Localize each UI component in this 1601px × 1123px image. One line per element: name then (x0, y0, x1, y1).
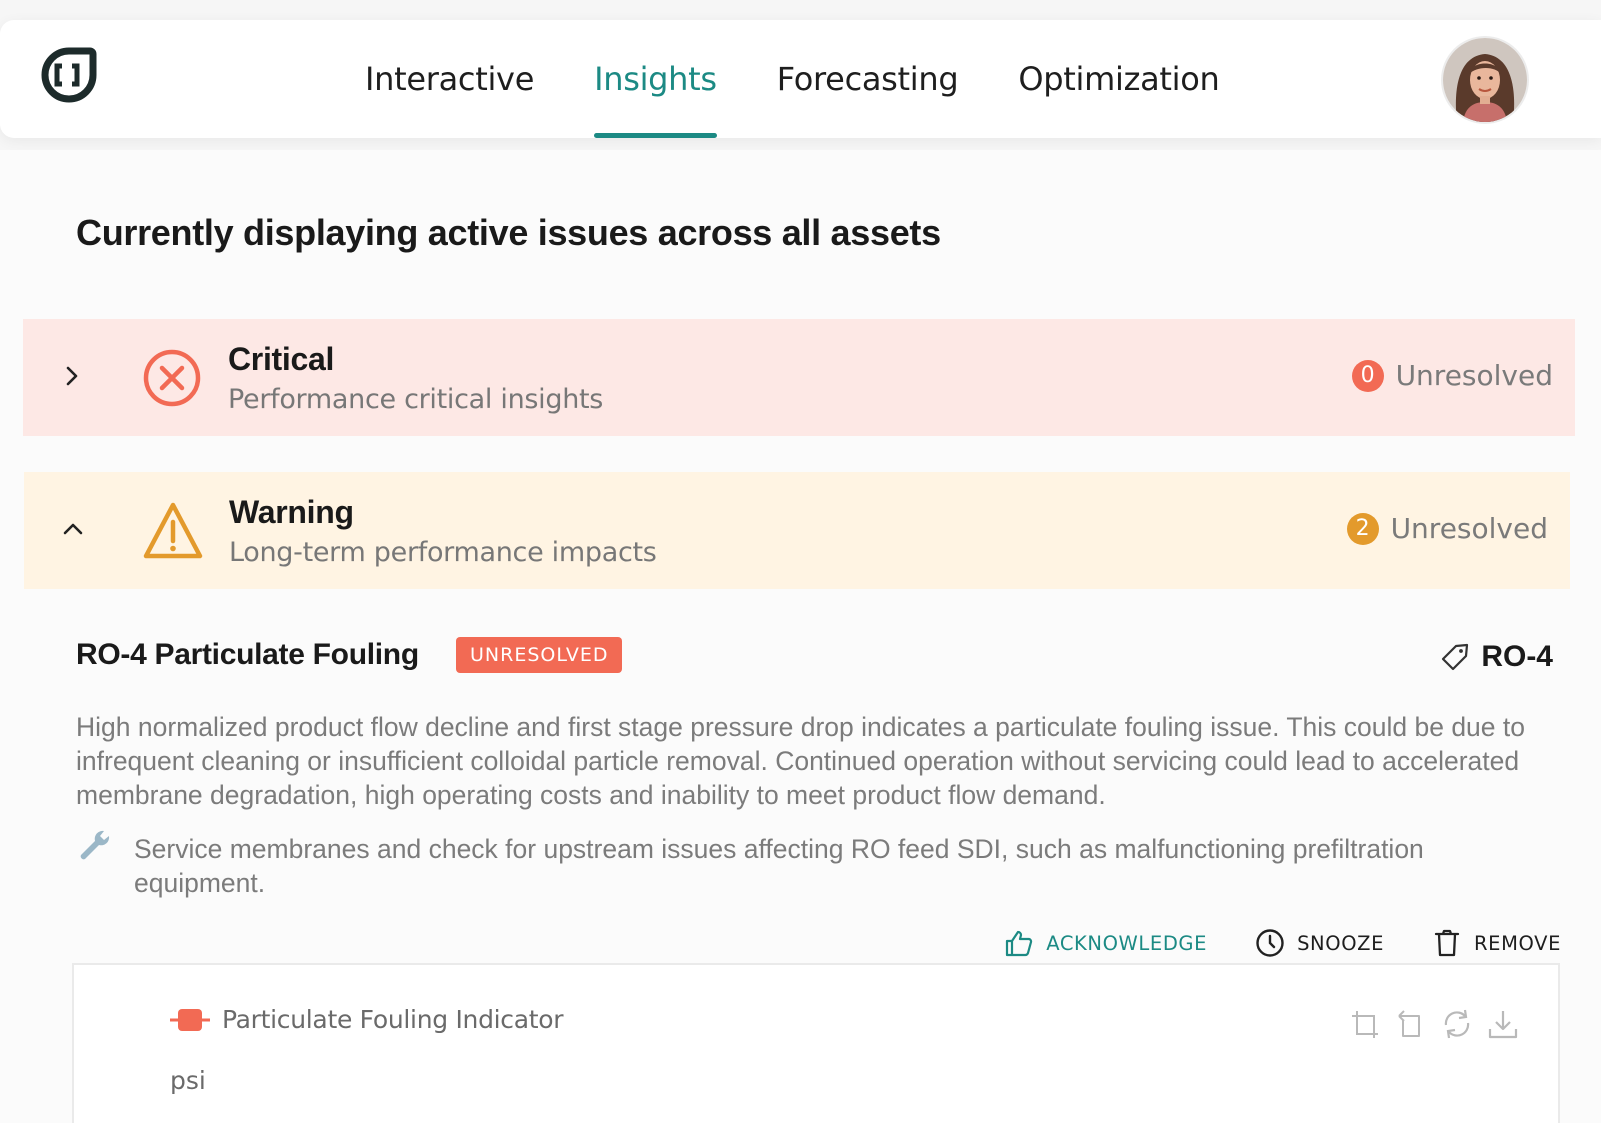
snooze-button[interactable]: SNOOZE (1255, 928, 1384, 958)
chevron-right-icon[interactable] (59, 363, 85, 389)
legend-marker-icon (170, 1008, 210, 1031)
unresolved-count-warning: 2 Unresolved (1346, 512, 1548, 545)
logo-icon[interactable] (40, 46, 98, 104)
count-label: Unresolved (1395, 359, 1553, 392)
chart-toolbox (1336, 1007, 1520, 1041)
zoom-select-icon[interactable] (1348, 1007, 1382, 1041)
status-badge: UNRESOLVED (456, 637, 623, 673)
trash-icon (1434, 929, 1460, 957)
refresh-icon[interactable] (1440, 1007, 1474, 1041)
severity-title: Critical (228, 341, 335, 377)
remove-label: REMOVE (1474, 931, 1561, 955)
insights-content: Currently displaying active issues acros… (0, 150, 1601, 1123)
tag-icon (1442, 643, 1469, 671)
error-circle-icon (143, 349, 201, 407)
recommendation-text: Service membranes and check for upstream… (134, 834, 1424, 898)
y-axis-unit: psi (170, 1066, 206, 1095)
warning-triangle-icon (143, 502, 203, 559)
clock-icon (1256, 929, 1284, 957)
download-icon[interactable] (1486, 1007, 1520, 1041)
issue-actions: ACKNOWLEDGE SNOOZE REMOVE (956, 928, 1561, 958)
severity-title: Warning (229, 494, 354, 530)
wrench-icon (80, 830, 110, 860)
issue-description: High normalized product flow decline and… (76, 712, 1525, 810)
count-label: Unresolved (1390, 512, 1548, 545)
severity-text-critical: Critical Performance critical insights (228, 341, 603, 415)
thumbs-up-icon (1006, 930, 1033, 957)
remove-button[interactable]: REMOVE (1432, 928, 1561, 958)
severity-text-warning: Warning Long-term performance impacts (229, 494, 657, 568)
user-avatar[interactable] (1443, 38, 1527, 122)
asset-tag[interactable]: RO-4 (1439, 640, 1553, 674)
legend-label: Particulate Fouling Indicator (222, 1005, 564, 1034)
nav-tab-interactive[interactable]: Interactive (365, 20, 534, 138)
main-nav: Interactive Insights Forecasting Optimiz… (365, 20, 1279, 138)
top-navigation-bar: Interactive Insights Forecasting Optimiz… (0, 20, 1601, 138)
zoom-reset-icon[interactable] (1394, 1007, 1428, 1041)
page-title: Currently displaying active issues acros… (76, 212, 941, 253)
severity-subtitle: Long-term performance impacts (229, 537, 657, 568)
severity-row-warning[interactable]: Warning Long-term performance impacts 2 … (24, 472, 1570, 589)
severity-row-critical[interactable]: Critical Performance critical insights 0… (23, 319, 1575, 436)
issue-title: RO-4 Particulate Fouling (76, 638, 419, 671)
severity-subtitle: Performance critical insights (228, 384, 604, 415)
count-badge: 0 (1351, 359, 1384, 392)
chart-legend-item[interactable]: Particulate Fouling Indicator (170, 1005, 564, 1034)
nav-tab-insights[interactable]: Insights (594, 20, 717, 138)
nav-tab-forecasting[interactable]: Forecasting (777, 20, 959, 138)
page: Interactive Insights Forecasting Optimiz… (0, 0, 1601, 1123)
chart-panel: Particulate Fouling Indicator psi (72, 963, 1560, 1123)
count-badge: 2 (1346, 512, 1379, 545)
unresolved-count-critical: 0 Unresolved (1351, 359, 1553, 392)
nav-tab-optimization[interactable]: Optimization (1018, 20, 1219, 138)
acknowledge-button[interactable]: ACKNOWLEDGE (1004, 928, 1207, 958)
asset-tag-label: RO-4 (1481, 640, 1553, 673)
snooze-label: SNOOZE (1297, 931, 1385, 955)
acknowledge-label: ACKNOWLEDGE (1046, 931, 1208, 955)
chevron-up-icon[interactable] (60, 516, 86, 542)
